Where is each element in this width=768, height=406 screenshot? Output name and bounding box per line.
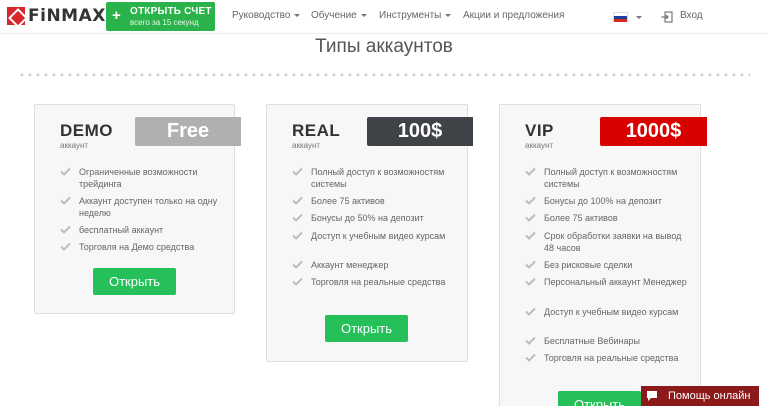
chevron-down-icon: [445, 13, 452, 17]
feature-item: Аккаунт менеджер: [292, 259, 459, 271]
chevron-down-icon: [360, 13, 367, 17]
checkmark-icon: [525, 196, 536, 205]
open-account-button[interactable]: + ОТКРЫТЬ СЧЕТ всего за 15 секунд: [106, 2, 215, 31]
language-chevron-down-icon[interactable]: [636, 16, 642, 19]
open-demo-button[interactable]: Открыть: [93, 268, 176, 295]
dotted-divider: [18, 73, 750, 77]
logo-icon: [7, 7, 25, 25]
checkmark-icon: [525, 336, 536, 345]
checkmark-icon: [525, 167, 536, 176]
section-title: Типы аккаунтов: [315, 36, 453, 57]
feature-item: Торговля на реальные средства: [292, 276, 459, 288]
checkmark-icon: [525, 213, 536, 222]
card-name: VIP: [525, 121, 554, 140]
login-link[interactable]: Вход: [680, 10, 703, 21]
card-subtitle: аккаунт: [525, 141, 554, 150]
checkmark-icon: [525, 307, 536, 316]
nav-item-tools[interactable]: Инструменты: [379, 10, 452, 21]
feature-item: Более 75 активов: [525, 212, 692, 224]
checkmark-icon: [525, 353, 536, 362]
checkmark-icon: [292, 213, 303, 222]
open-account-label: ОТКРЫТЬ СЧЕТ: [130, 6, 212, 17]
checkmark-icon: [525, 260, 536, 269]
feature-item: Доступ к учебным видео курсам: [292, 230, 459, 242]
feature-item: Полный доступ к возможностям системы: [525, 166, 692, 190]
nav-item-education[interactable]: Обучение: [311, 10, 367, 21]
card-name: DEMO: [60, 121, 113, 140]
feature-item: Бонусы до 50% на депозит: [292, 212, 459, 224]
feature-item: Аккаунт доступен только на одну неделю: [60, 195, 226, 219]
price-badge: 100$: [367, 117, 473, 146]
open-account-sublabel: всего за 15 секунд: [130, 18, 199, 27]
price-badge: 1000$: [600, 117, 707, 146]
card-name: REAL: [292, 121, 341, 140]
login-icon[interactable]: [661, 11, 673, 23]
checkmark-icon: [525, 277, 536, 286]
feature-item: Более 75 активов: [292, 195, 459, 207]
checkmark-icon: [60, 167, 71, 176]
card-subtitle: аккаунт: [60, 141, 89, 150]
checkmark-icon: [292, 167, 303, 176]
feature-item: бесплатный аккаунт: [60, 224, 226, 236]
chevron-down-icon: [294, 13, 301, 17]
checkmark-icon: [60, 196, 71, 205]
feature-item: Срок обработки заявки на вывод 48 часов: [525, 230, 692, 254]
chat-icon: [647, 391, 657, 401]
logo-text: FiNMAX: [28, 6, 106, 26]
checkmark-icon: [60, 242, 71, 251]
nav-item-guide[interactable]: Руководство: [232, 10, 301, 21]
checkmark-icon: [525, 231, 536, 240]
feature-item: Бонусы до 100% на депозит: [525, 195, 692, 207]
help-online-button[interactable]: Помощь онлайн: [641, 386, 759, 406]
account-card-demo: DEMO аккаунт Free Ограниченные возможнос…: [34, 104, 241, 314]
card-subtitle: аккаунт: [292, 141, 321, 150]
nav-item-promotions[interactable]: Акции и предложения: [463, 10, 564, 21]
top-header: FiNMAX + ОТКРЫТЬ СЧЕТ всего за 15 секунд…: [0, 0, 768, 34]
checkmark-icon: [292, 277, 303, 286]
feature-item: Персональный аккаунт Менеджер: [525, 276, 692, 288]
price-badge: Free: [135, 117, 241, 146]
feature-item: Торговля на реальные средства: [525, 352, 692, 364]
checkmark-icon: [292, 260, 303, 269]
account-card-real: REAL аккаунт 100$ Полный доступ к возмож…: [266, 104, 473, 362]
feature-item: Бесплатные Вебинары: [525, 335, 692, 347]
account-card-vip: VIP аккаунт 1000$ Полный доступ к возмож…: [499, 104, 707, 406]
feature-item: Торговля на Демо средства: [60, 241, 226, 253]
checkmark-icon: [60, 225, 71, 234]
feature-item: Без рисковые сделки: [525, 259, 692, 271]
help-online-label: Помощь онлайн: [668, 390, 751, 402]
finmax-logo[interactable]: FiNMAX: [7, 6, 106, 26]
feature-item: Ограниченные возможности трейдинга: [60, 166, 226, 190]
feature-item: Доступ к учебным видео курсам: [525, 306, 692, 318]
russian-flag-icon[interactable]: [613, 12, 628, 22]
open-vip-button[interactable]: Открыть: [558, 391, 641, 406]
checkmark-icon: [292, 196, 303, 205]
feature-item: Полный доступ к возможностям системы: [292, 166, 459, 190]
open-real-button[interactable]: Открыть: [325, 315, 408, 342]
plus-icon: +: [112, 7, 121, 24]
checkmark-icon: [292, 231, 303, 240]
